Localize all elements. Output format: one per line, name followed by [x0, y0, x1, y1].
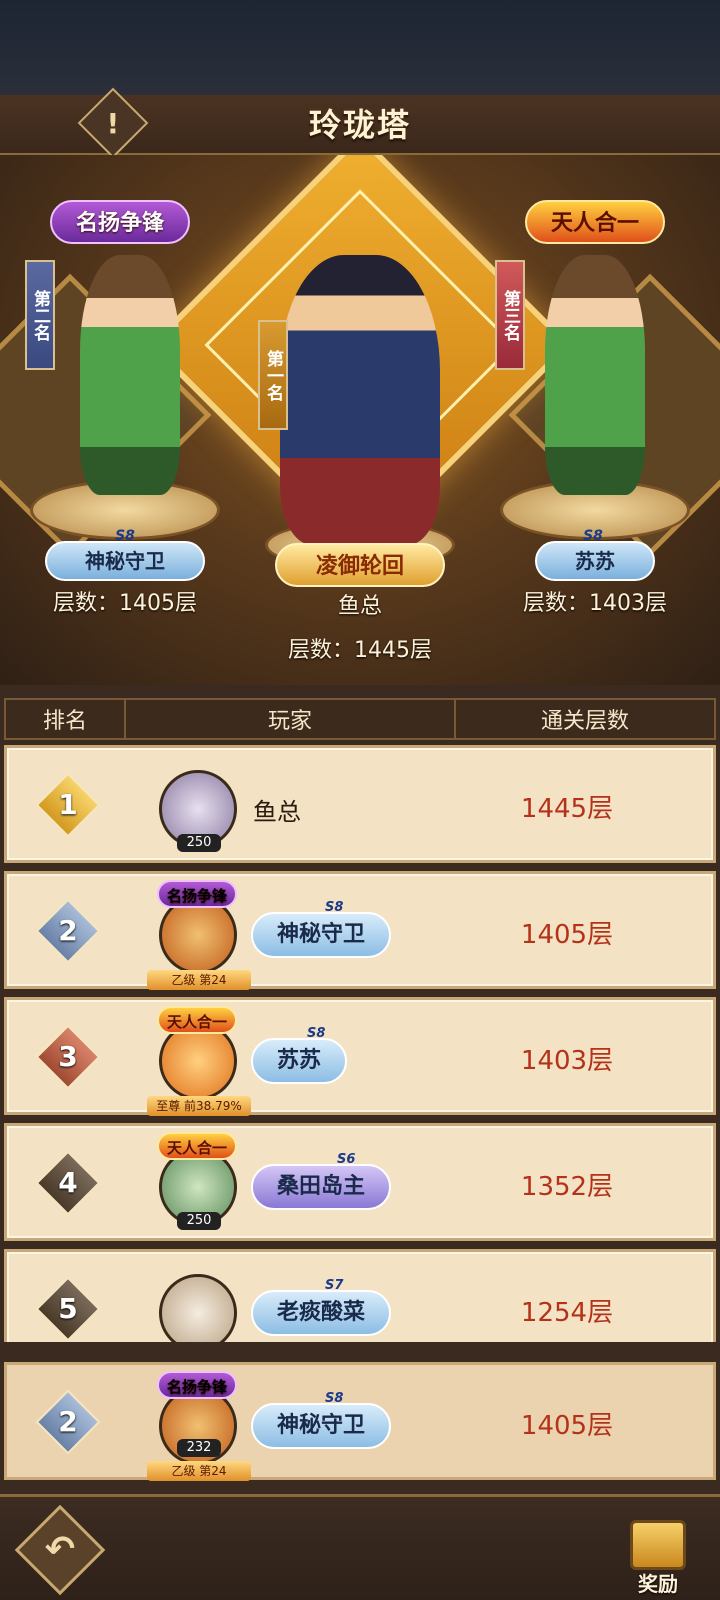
ranking-table-header: 排名 玩家 通关层数 [4, 698, 716, 740]
player-name-plate: 神秘守卫 [251, 1403, 392, 1449]
rank-number: 1 [58, 788, 78, 821]
season-tag: S7 [325, 1278, 344, 1293]
status-bar-area [0, 0, 720, 95]
header-player: 玩家 [126, 700, 456, 738]
reward-box-icon[interactable] [630, 1520, 686, 1570]
second-floors: 层数：1405层 [53, 591, 197, 616]
rank-number: 4 [58, 1166, 78, 1199]
player-name-plate: 老痰酸菜 [251, 1290, 392, 1336]
header-rank: 排名 [6, 700, 126, 738]
table-row[interactable]: 4 250 天人合一 桑田岛主 S6 1352层 [4, 1123, 716, 1241]
table-row[interactable]: 2 名扬争锋 乙级 第24 神秘守卫 S8 1405层 [4, 871, 716, 990]
player-name-plate: 苏苏 [251, 1038, 348, 1084]
season-tag: S6 [337, 1152, 356, 1167]
floor-count: 1405层 [520, 920, 614, 950]
third-title-badge: 天人合一 [525, 200, 665, 244]
my-rank-row[interactable]: 2 232 名扬争锋 乙级 第24 神秘守卫 S8 1405层 [4, 1362, 716, 1481]
season-tag: S8 [325, 1391, 344, 1406]
rank-number: 5 [58, 1292, 78, 1325]
second-rank-banner: 第二名 [25, 260, 55, 370]
season-tag: S8 [307, 1026, 326, 1041]
avatar-subtitle: 乙级 第24 [147, 970, 251, 990]
back-arrow-icon[interactable]: ↶ [28, 1518, 92, 1582]
first-title-badge: 凌御轮回 [275, 543, 445, 587]
floor-count: 1403层 [520, 1046, 614, 1076]
avatar-level: 250 [177, 1212, 221, 1230]
page-title: 玲珑塔 [308, 106, 411, 144]
avatar[interactable] [159, 1274, 237, 1342]
first-rank-banner: 第一名 [258, 320, 288, 430]
avatar-subtitle: 乙级 第24 [147, 1461, 251, 1481]
title-badge: 天人合一 [157, 1132, 238, 1160]
table-row[interactable]: 1 250 鱼总 1445层 [4, 745, 716, 863]
title-badge: 名扬争锋 [157, 880, 238, 908]
table-row[interactable]: 3 天人合一 至尊 前38.79% 苏苏 S8 1403层 [4, 997, 716, 1116]
bottom-bar [0, 1494, 720, 1600]
season-tag: S8 [325, 900, 344, 915]
floor-count: 1352层 [520, 1172, 614, 1202]
table-row[interactable]: 5 老痰酸菜 S7 1254层 [4, 1249, 716, 1342]
third-name-plate: 苏苏 [535, 541, 655, 581]
third-place-character[interactable] [545, 255, 645, 495]
reward-button-label[interactable]: 奖励 [620, 1568, 696, 1597]
rank-number: 2 [58, 1405, 78, 1438]
player-name: 鱼总 [253, 798, 301, 826]
second-title-badge: 名扬争锋 [50, 200, 190, 244]
first-floors: 层数：1445层 [288, 638, 432, 663]
title-badge: 名扬争锋 [157, 1371, 238, 1399]
header-floors: 通关层数 [540, 709, 629, 734]
rank-number: 3 [58, 1040, 78, 1073]
title-badge: 天人合一 [157, 1006, 238, 1034]
second-place-character[interactable] [80, 255, 180, 495]
floor-count: 1254层 [520, 1298, 614, 1328]
rank-number: 2 [58, 914, 78, 947]
avatar-subtitle: 至尊 前38.79% [147, 1096, 251, 1116]
first-name: 鱼总 [337, 594, 382, 619]
ranking-list[interactable]: 1 250 鱼总 1445层 2 名扬争锋 乙级 第24 神秘守卫 S8 140… [0, 745, 720, 1342]
podium-stage: 第二名 名扬争锋 S8 神秘守卫 层数：1405层 第一名 凌御轮回 鱼总 层数… [0, 155, 720, 685]
floor-count: 1445层 [520, 794, 614, 824]
third-rank-banner: 第三名 [495, 260, 525, 370]
third-floors: 层数：1403层 [523, 591, 667, 616]
avatar-level: 250 [177, 834, 221, 852]
avatar-level: 232 [177, 1439, 221, 1457]
player-name-plate: 神秘守卫 [251, 912, 392, 958]
first-place-character[interactable] [280, 255, 440, 545]
player-name-plate: 桑田岛主 [251, 1164, 392, 1210]
floor-count: 1405层 [520, 1411, 614, 1441]
second-name-plate: 神秘守卫 [45, 541, 205, 581]
